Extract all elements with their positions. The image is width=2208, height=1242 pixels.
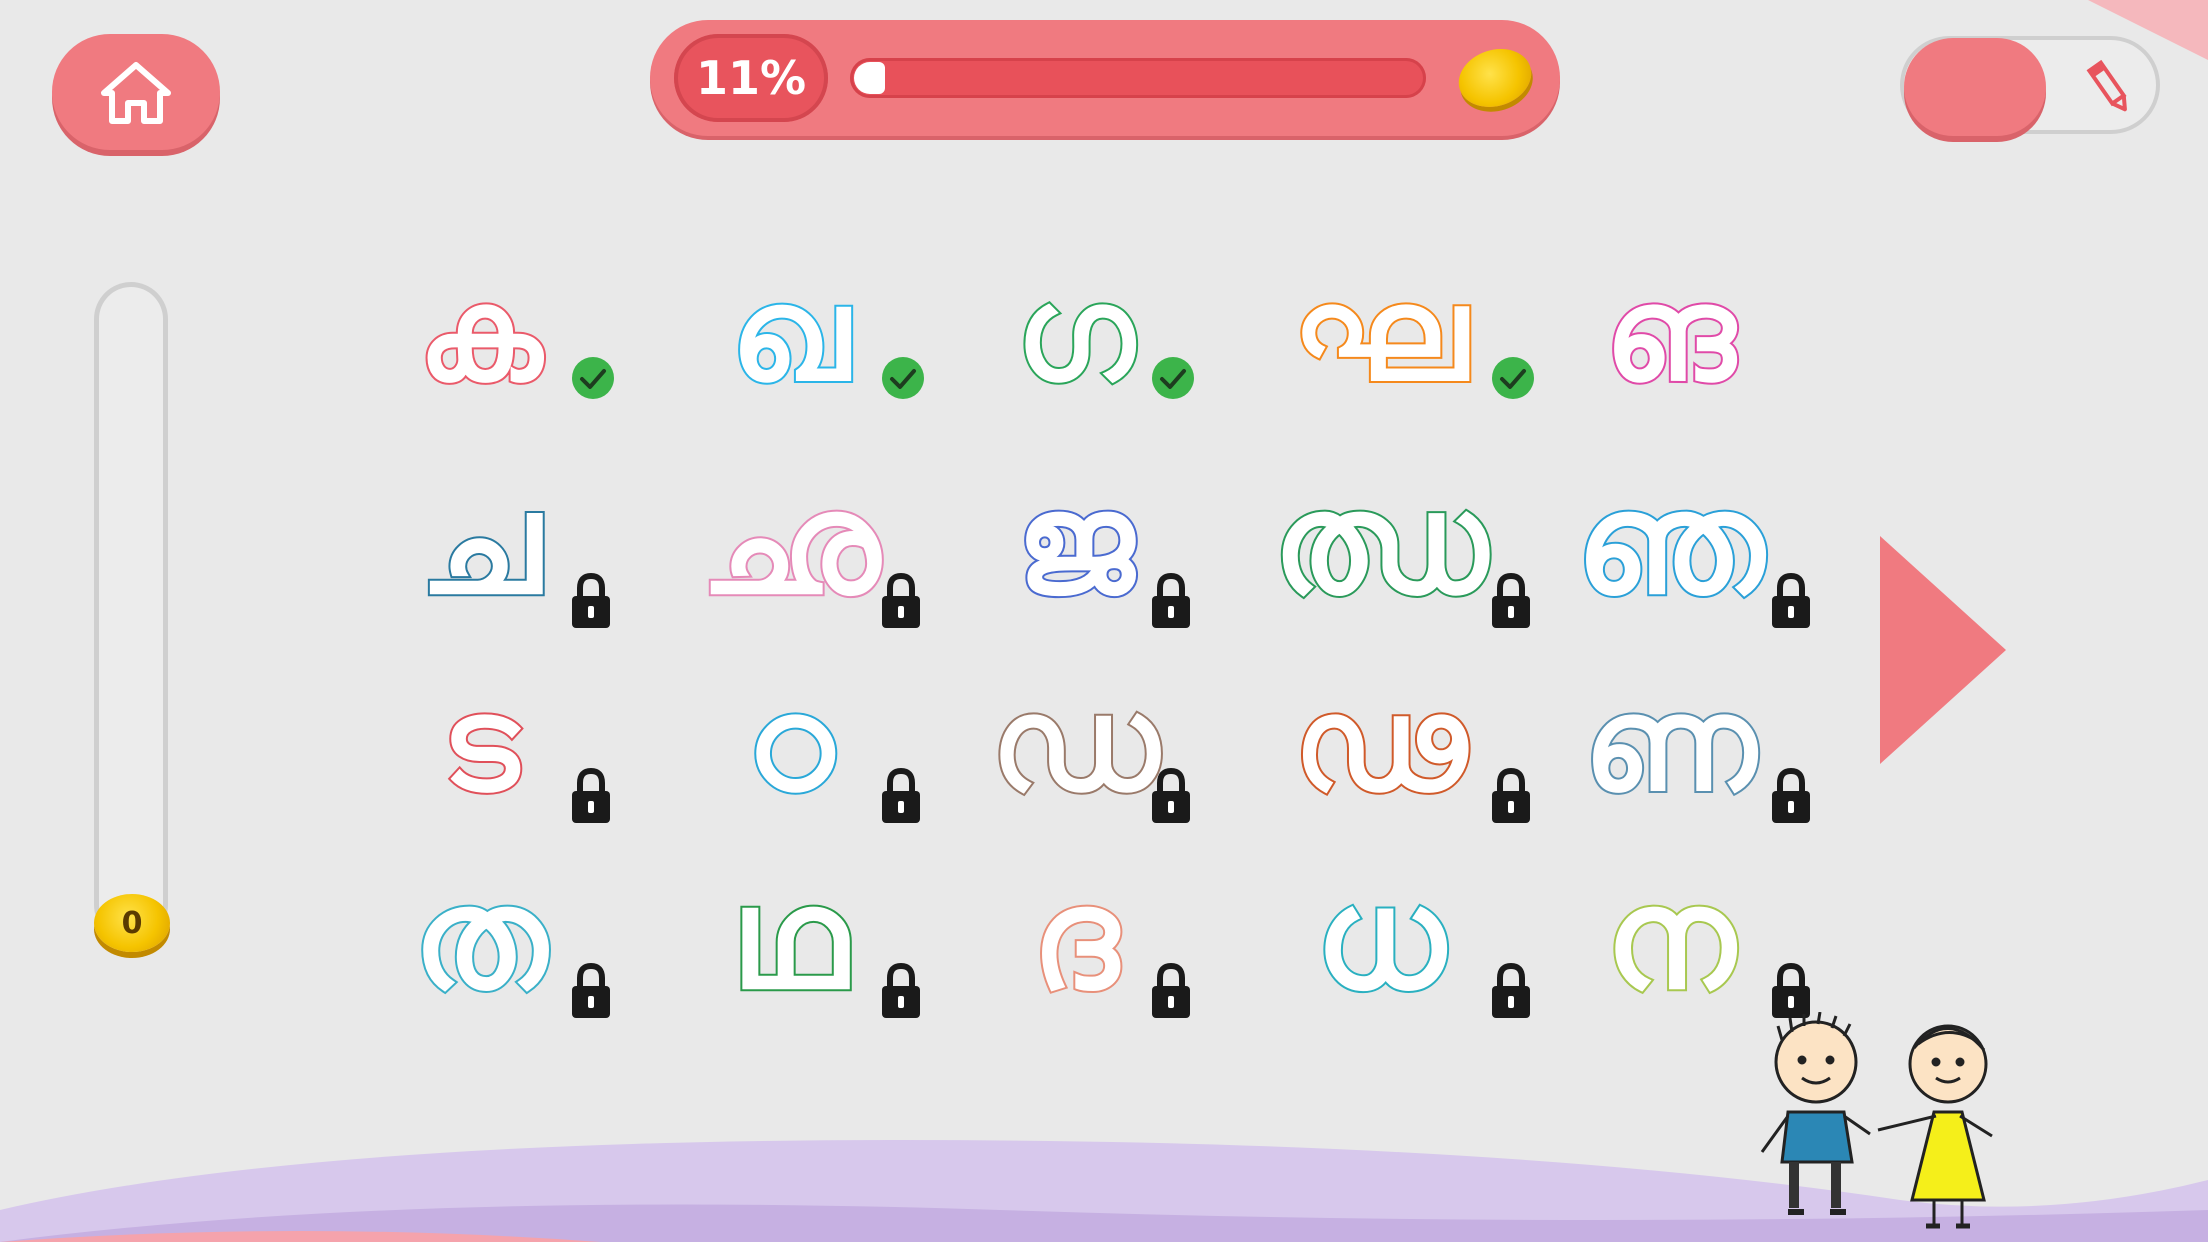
toggle-knob[interactable] [1904, 38, 2046, 136]
letter-cell[interactable]: ഠ [680, 666, 920, 823]
letter-cell[interactable]: ദ [980, 856, 1190, 1023]
check-circle-icon [572, 357, 614, 399]
letter-glyph: ജ [1014, 461, 1136, 628]
letter-glyph: ട [440, 666, 521, 822]
padlock-icon [882, 767, 920, 823]
letter-glyph: ഖ [729, 256, 851, 412]
padlock-icon [1152, 962, 1190, 1018]
letter-glyph: ഛ [698, 461, 881, 628]
letter-glyph: ങ [1603, 256, 1737, 412]
letter-glyph: ഡ [989, 666, 1161, 822]
check-circle-icon [882, 357, 924, 399]
padlock-icon [1152, 767, 1190, 823]
check-circle-icon [1492, 357, 1534, 399]
letter-glyph: ഞ [1574, 461, 1766, 628]
gold-coin-icon [1451, 39, 1539, 117]
padlock-icon [572, 767, 610, 823]
letter-glyph: ത [411, 856, 549, 1023]
letter-glyph: ഥ [730, 856, 849, 1023]
letter-cell[interactable]: ഗ [980, 256, 1194, 412]
letter-cell[interactable]: ഘ [1250, 256, 1534, 412]
pencil-icon [2086, 59, 2127, 112]
letter-cell[interactable]: ഝ [1250, 461, 1530, 628]
padlock-icon [1152, 572, 1190, 628]
progress-track [850, 58, 1426, 98]
padlock-icon [572, 962, 610, 1018]
letter-glyph: ധ [1313, 856, 1447, 1023]
letter-cell[interactable]: ണ [1550, 666, 1810, 823]
letter-cell[interactable]: ച [370, 461, 610, 628]
letter-glyph: ന [1603, 856, 1737, 1023]
padlock-icon [1772, 572, 1810, 628]
letter-cell[interactable]: ന [1550, 856, 1810, 1023]
home-button[interactable] [52, 34, 220, 150]
letter-glyph: ദ [1030, 856, 1121, 1023]
padlock-icon [1492, 767, 1530, 823]
letter-cell[interactable]: ക [370, 256, 614, 412]
padlock-icon [882, 962, 920, 1018]
padlock-icon [882, 572, 920, 628]
letter-glyph: ച [417, 461, 542, 628]
coin-meter [94, 282, 168, 942]
letter-glyph: ഢ [1291, 666, 1468, 822]
letter-glyph: ഝ [1270, 461, 1489, 628]
letter-cell[interactable]: ഡ [980, 666, 1190, 823]
letter-cell[interactable]: ട [370, 666, 610, 823]
letter-cell[interactable]: ഥ [680, 856, 920, 1023]
padlock-icon [572, 572, 610, 628]
letter-cell[interactable]: ങ [1550, 256, 1790, 412]
letter-glyph: ഗ [1014, 256, 1136, 412]
letter-glyph: ഘ [1291, 256, 1470, 412]
letter-cell[interactable]: ഞ [1550, 461, 1810, 628]
letter-cell[interactable]: ധ [1250, 856, 1530, 1023]
next-arrow-icon[interactable] [1876, 532, 2010, 768]
mode-toggle[interactable] [1900, 36, 2160, 136]
letter-glyph: ണ [1582, 666, 1758, 822]
progress-fill [854, 62, 885, 94]
letter-cell[interactable]: ഛ [680, 461, 920, 628]
house-icon [101, 62, 171, 124]
letter-glyph: ഠ [745, 666, 836, 822]
coin-count-badge: 0 [94, 894, 170, 952]
progress-bar-panel: 11% [650, 20, 1560, 136]
kids-illustration [1760, 1012, 1993, 1229]
padlock-icon [1772, 767, 1810, 823]
padlock-icon [1492, 572, 1530, 628]
check-circle-icon [1152, 357, 1194, 399]
letter-cell[interactable]: ജ [980, 461, 1190, 628]
letter-cell[interactable]: ഢ [1250, 666, 1530, 823]
letter-cell[interactable]: ത [370, 856, 610, 1023]
progress-percent: 11% [674, 34, 828, 122]
letter-cell[interactable]: ഖ [680, 256, 924, 412]
letter-glyph: ക [416, 256, 544, 412]
padlock-icon [1492, 962, 1530, 1018]
